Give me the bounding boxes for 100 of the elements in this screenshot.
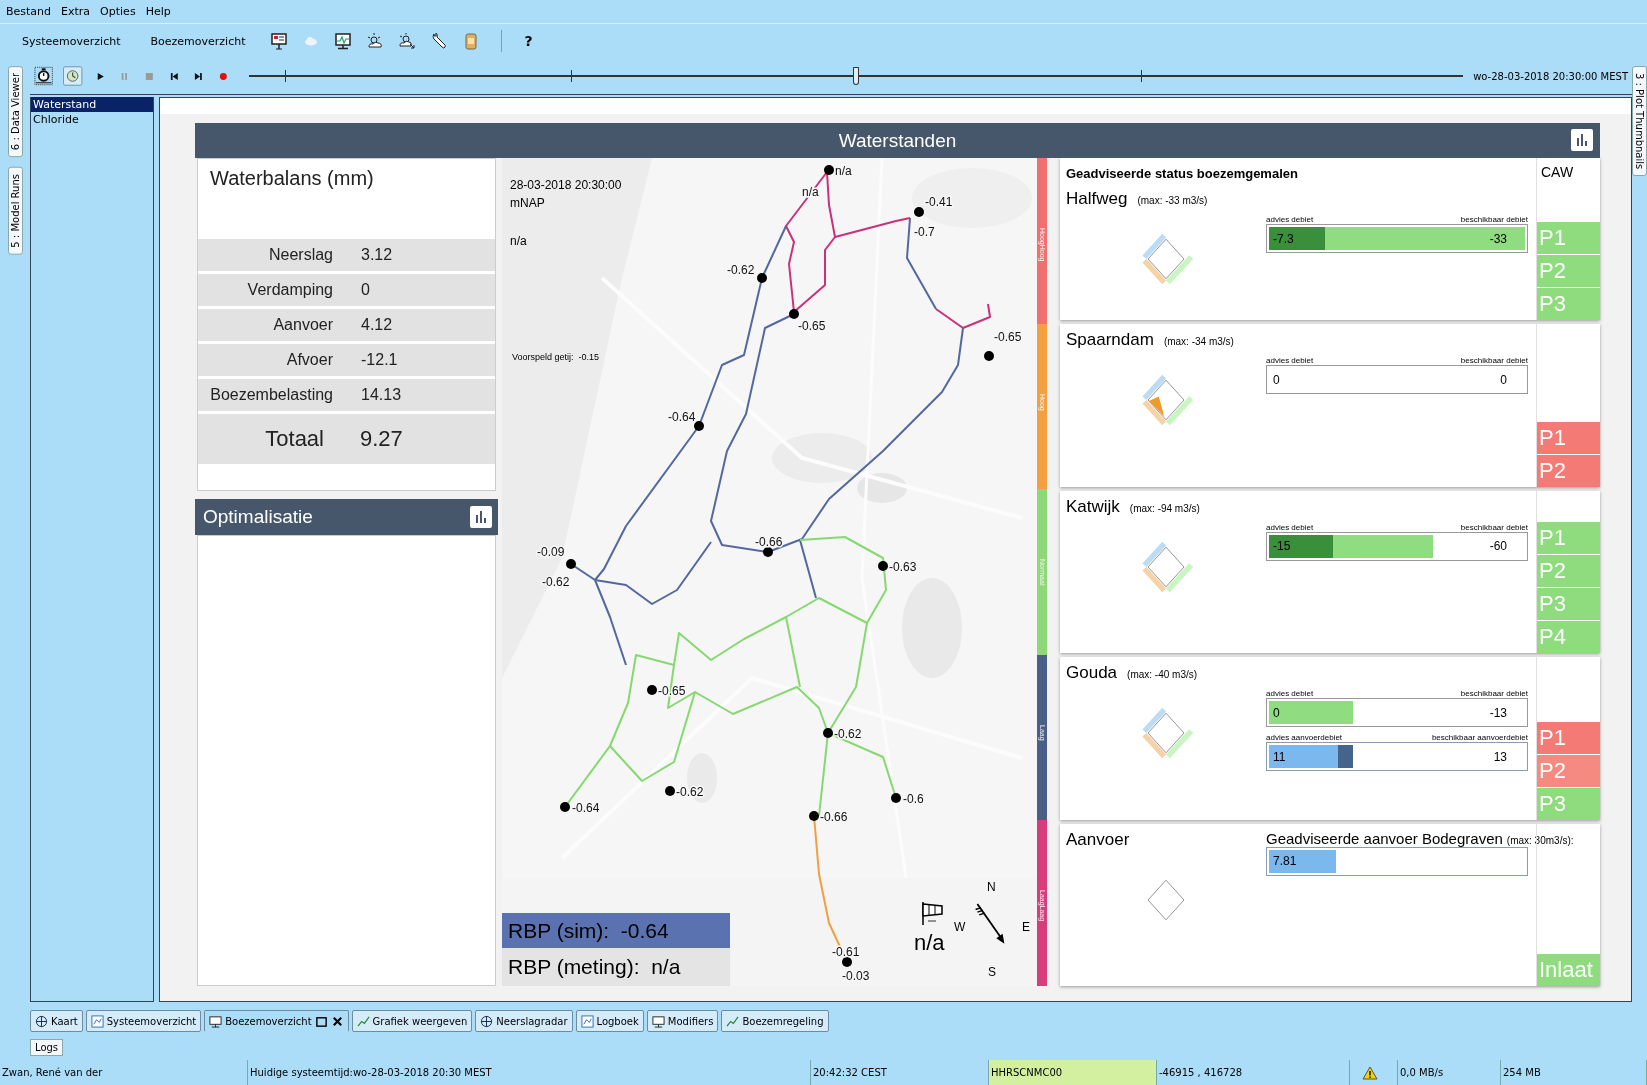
record-icon[interactable]	[219, 71, 228, 81]
balance-label: Verdamping	[246, 281, 333, 299]
stopwatch-icon[interactable]	[34, 66, 54, 86]
water-level-label: -0.62	[542, 575, 570, 589]
view-tab[interactable]: Kaart	[30, 1010, 83, 1032]
globe-icon	[480, 1014, 494, 1028]
parameter-item[interactable]: Waterstand	[31, 97, 153, 112]
advice-value: 11	[1273, 749, 1286, 764]
pump-status: P1	[1537, 721, 1600, 754]
water-level-label: -0.65	[798, 319, 826, 333]
menu-item[interactable]: Opties	[100, 5, 136, 18]
skip-forward-icon[interactable]	[194, 71, 204, 81]
measuring-point[interactable]	[763, 547, 773, 557]
bar-label: advies aanvoerdebiet	[1266, 733, 1343, 743]
total-value: 9.27	[360, 426, 403, 452]
water-level-label: -0.6	[903, 792, 924, 806]
water-level-label: -0.66	[820, 810, 848, 824]
measuring-point[interactable]	[809, 811, 819, 821]
compass-letter: W	[954, 920, 966, 934]
measuring-point[interactable]	[891, 793, 901, 803]
available-value: -13	[1489, 705, 1507, 720]
station-name: Halfweg	[1066, 189, 1128, 209]
pump-status: P3	[1537, 588, 1600, 621]
wrench-icon[interactable]	[430, 32, 449, 50]
sun-cloud-icon[interactable]	[366, 32, 385, 50]
measuring-point[interactable]	[566, 559, 576, 569]
side-tab[interactable]: 5 : Model Runs	[7, 167, 23, 255]
measuring-point[interactable]	[823, 728, 833, 738]
slider-thumb[interactable]	[852, 67, 859, 85]
pump-status: P2	[1537, 454, 1600, 487]
measuring-point[interactable]	[757, 273, 767, 283]
pump-status: P2	[1537, 255, 1600, 288]
view-tab[interactable]: Logboek	[575, 1010, 644, 1032]
water-level-label: -0.62	[834, 727, 862, 741]
pump-status: P3	[1537, 288, 1600, 321]
view-tab[interactable]: Modifiers	[646, 1010, 719, 1032]
line-chart-icon	[356, 1014, 370, 1028]
menu-item[interactable]: Extra	[61, 5, 91, 18]
monitor-chart-icon[interactable]	[334, 32, 353, 50]
view-tab[interactable]: Boezemregeling	[721, 1010, 829, 1032]
parameter-item[interactable]: Chloride	[31, 112, 153, 127]
side-tab[interactable]: 3 : Plot Thumbnails	[1632, 66, 1647, 177]
water-level-label: -0.65	[994, 330, 1022, 344]
water-level-label: -0.66	[755, 535, 783, 549]
water-level-label: -0.64	[572, 801, 600, 815]
globe-icon	[35, 1014, 48, 1028]
status-field: Zwan, René van der	[0, 1060, 248, 1085]
close-icon[interactable]	[330, 1014, 344, 1028]
pump-status: Inlaat	[1537, 954, 1600, 987]
presentation-icon[interactable]	[270, 32, 289, 50]
clock-icon[interactable]	[63, 66, 83, 86]
measuring-point[interactable]	[694, 421, 704, 431]
bar-capacity: (max: 30m3/s):	[1506, 834, 1574, 846]
monitor-icon	[209, 1014, 223, 1028]
side-tab[interactable]: 6 : Data Viewer	[7, 66, 23, 158]
rbp-measurement: RBP (meting): n/a	[502, 948, 730, 986]
chart-icon[interactable]	[470, 506, 492, 528]
time-slider[interactable]	[248, 66, 1464, 86]
play-icon[interactable]	[95, 71, 105, 81]
menu-item[interactable]: Bestand	[6, 5, 52, 18]
help-button[interactable]: ?	[520, 33, 537, 49]
monitor-icon	[651, 1014, 665, 1028]
measuring-point[interactable]	[984, 351, 994, 361]
current-datetime: wo-28-03-2018 20:30:00 MEST	[1473, 70, 1629, 82]
pump-status: P2	[1537, 754, 1600, 787]
view-tab[interactable]: Systeemoverzicht	[85, 1010, 202, 1032]
station-capacity: (max: -33 m3/s)	[1137, 195, 1208, 206]
view-tab[interactable]: Neerslagradar	[475, 1010, 573, 1032]
toolbar-button[interactable]: Boezemoverzicht	[142, 32, 254, 50]
view-tab[interactable]: Boezemoverzicht	[204, 1010, 349, 1032]
measuring-point[interactable]	[878, 561, 888, 571]
chart-icon[interactable]	[1571, 129, 1593, 151]
unit-label: mNAP	[510, 196, 545, 210]
menu-item[interactable]: Help	[145, 5, 171, 18]
measuring-point[interactable]	[647, 685, 657, 695]
measuring-point[interactable]	[560, 802, 570, 812]
balance-value: 0	[361, 281, 370, 299]
wind-sock-icon	[920, 900, 946, 926]
water-level-label: -0.64	[668, 410, 696, 424]
balance-value: -12.1	[361, 351, 398, 369]
logs-button[interactable]: Logs	[30, 1038, 64, 1056]
measuring-point[interactable]	[824, 165, 834, 175]
water-level-label: -0.03	[842, 969, 870, 983]
rbp-sim: RBP (sim): -0.64	[502, 913, 730, 948]
skip-back-icon[interactable]	[169, 71, 179, 81]
bar-label: advies debiet	[1266, 522, 1314, 532]
station-name: Katwijk	[1066, 496, 1120, 517]
sun-cloud-arrow-icon[interactable]	[398, 32, 417, 50]
pump-status: P4	[1537, 621, 1600, 654]
station-capacity: (max: -40 m3/s)	[1127, 669, 1198, 681]
measuring-point[interactable]	[789, 309, 799, 319]
maximize-icon[interactable]	[314, 1014, 328, 1028]
toolbar-button[interactable]: Systeemoverzicht	[14, 32, 129, 50]
measuring-point[interactable]	[914, 207, 924, 217]
bar-label: beschikbaar debiet	[1460, 689, 1528, 699]
measuring-point[interactable]	[665, 786, 675, 796]
water-level-label: -0.62	[727, 263, 755, 277]
map-value: n/a	[510, 234, 527, 248]
measuring-point[interactable]	[842, 957, 852, 967]
view-tab[interactable]: Grafiek weergeven	[351, 1010, 473, 1032]
